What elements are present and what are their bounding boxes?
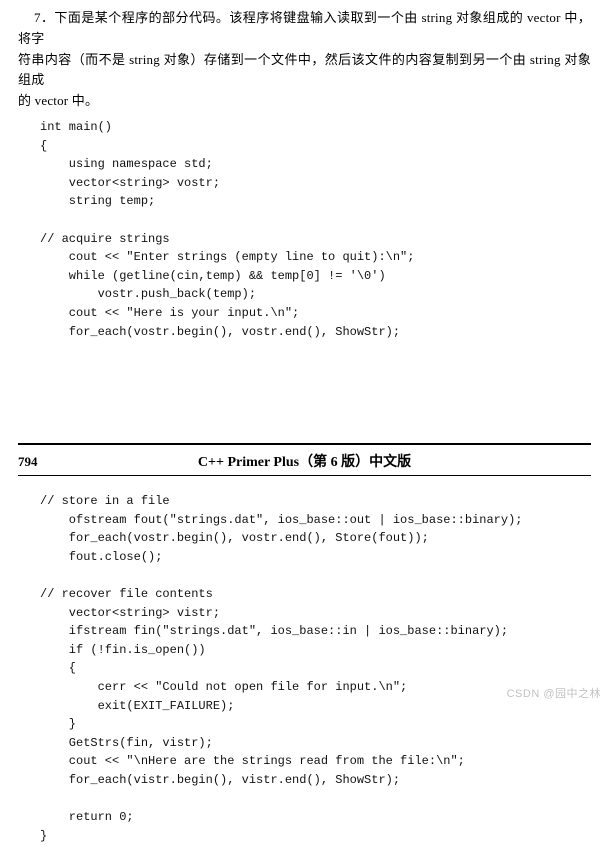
page-number: 794 xyxy=(18,454,58,470)
code-block-1: int main() { using namespace std; vector… xyxy=(40,118,591,341)
page-header: 794 C++ Primer Plus（第 6 版）中文版 xyxy=(0,445,609,475)
code-block-2: // store in a file ofstream fout("string… xyxy=(40,492,591,845)
book-title: C++ Primer Plus（第 6 版）中文版 xyxy=(58,451,551,471)
question-line2: 符串内容（而不是 string 对象）存储到一个文件中，然后该文件的内容复制到另… xyxy=(18,52,591,88)
question-number: 7． xyxy=(34,10,54,25)
question-text: 7．下面是某个程序的部分代码。该程序将键盘输入读取到一个由 string 对象组… xyxy=(18,8,591,112)
watermark: CSDN @园中之林 xyxy=(507,685,601,701)
upper-page: 7．下面是某个程序的部分代码。该程序将键盘输入读取到一个由 string 对象组… xyxy=(0,0,609,351)
lower-page: // store in a file ofstream fout("string… xyxy=(0,484,609,855)
page-gap xyxy=(0,351,609,443)
question-line3: 的 vector 中。 xyxy=(18,93,98,108)
question-line1: 下面是某个程序的部分代码。该程序将键盘输入读取到一个由 string 对象组成的… xyxy=(18,10,591,46)
header-rule-bottom xyxy=(18,475,591,476)
